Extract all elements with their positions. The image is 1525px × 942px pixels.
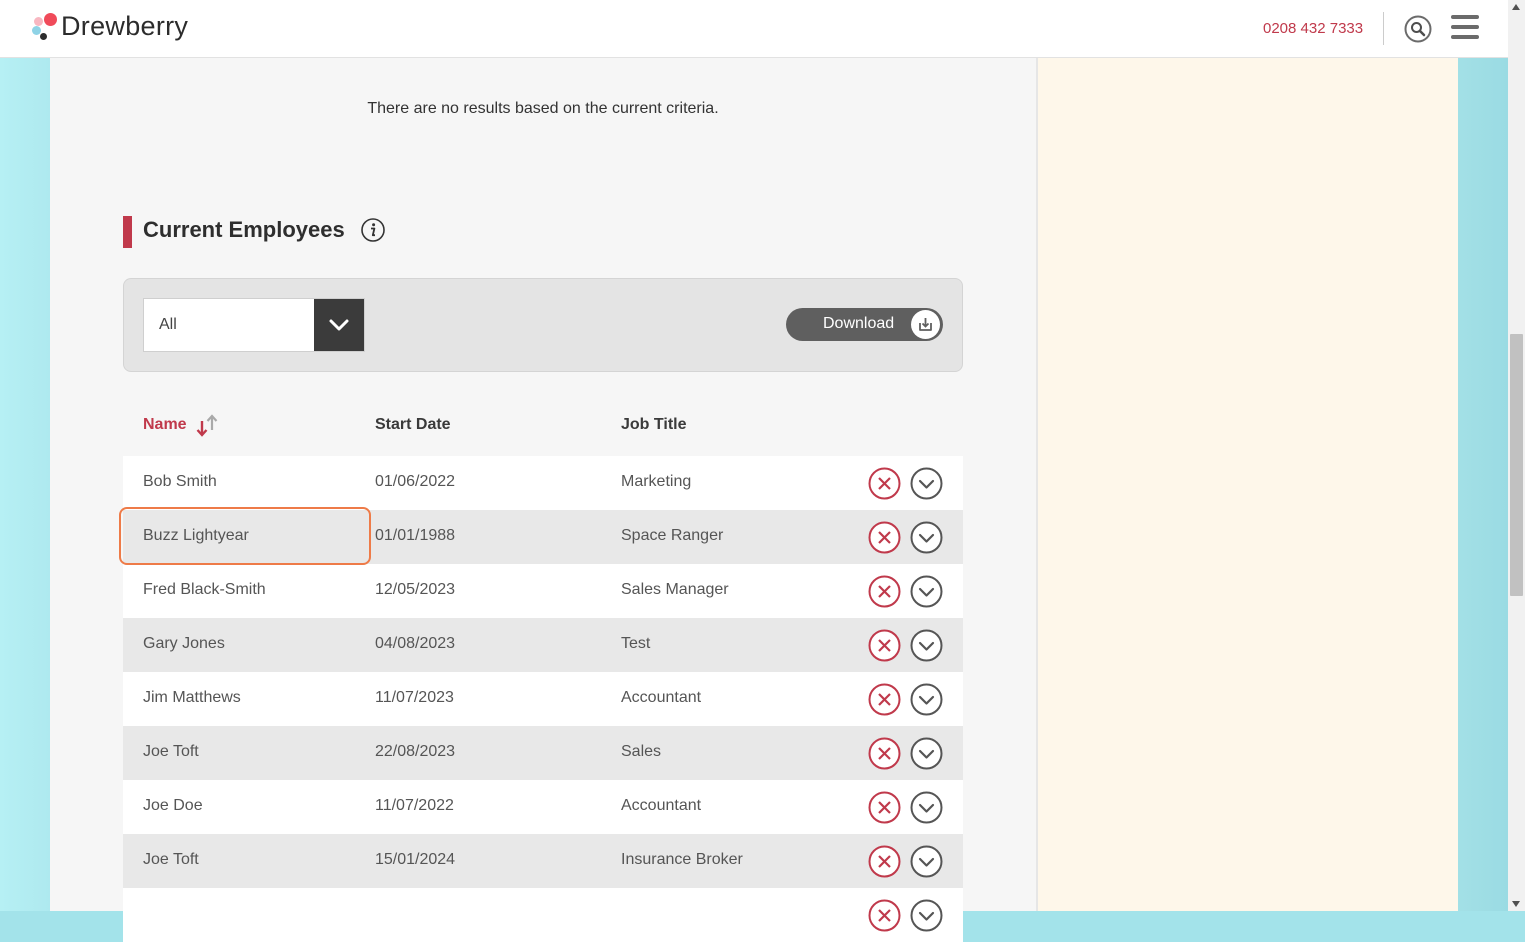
remove-icon[interactable] <box>868 737 901 770</box>
header-divider <box>1383 12 1384 45</box>
employee-start-date: 01/06/2022 <box>375 473 456 490</box>
employee-name[interactable]: Joe Doe <box>143 797 203 815</box>
table-row: Bob Smith 01/06/2022 Marketing <box>123 456 963 510</box>
employee-name[interactable]: Bob Smith <box>143 473 217 491</box>
remove-icon[interactable] <box>868 683 901 716</box>
filter-selected-value: All <box>159 316 177 333</box>
remove-icon[interactable] <box>868 629 901 662</box>
remove-icon[interactable] <box>868 575 901 608</box>
site-header: Drewberry 0208 432 7333 <box>0 0 1508 58</box>
brand-logo-icon[interactable] <box>32 13 58 41</box>
employee-start-date: 04/08/2023 <box>375 635 456 652</box>
expand-chevron-icon[interactable] <box>910 467 943 500</box>
brand-name[interactable]: Drewberry <box>61 11 188 42</box>
employee-name[interactable]: Fred Black-Smith <box>143 581 266 599</box>
employee-job-title: Accountant <box>621 797 702 814</box>
employee-job-title: Test <box>621 635 651 652</box>
filter-select[interactable]: All <box>143 298 365 352</box>
column-header-job-title[interactable]: Job Title <box>621 416 687 434</box>
remove-icon[interactable] <box>868 791 901 824</box>
table-row: Fred Black-Smith 12/05/2023 Sales Manage… <box>123 564 963 618</box>
chevron-down-icon[interactable] <box>314 299 364 351</box>
column-header-start-date[interactable]: Start Date <box>375 416 451 434</box>
employee-name[interactable]: Buzz Lightyear <box>143 527 249 545</box>
download-icon <box>911 310 940 339</box>
remove-icon[interactable] <box>868 467 901 500</box>
page-title: Current Employees <box>143 217 345 242</box>
table-row-partial <box>123 888 963 942</box>
expand-chevron-icon[interactable] <box>910 629 943 662</box>
background-left <box>0 0 50 911</box>
employee-job-title: Sales Manager <box>621 581 729 598</box>
no-results-message: There are no results based on the curren… <box>367 100 719 117</box>
employee-start-date: 11/07/2023 <box>375 689 454 706</box>
sort-icon[interactable] <box>193 411 221 439</box>
table-row: Jim Matthews 11/07/2023 Accountant <box>123 672 963 726</box>
employee-start-date: 12/05/2023 <box>375 581 456 598</box>
expand-chevron-icon[interactable] <box>910 737 943 770</box>
main-panel: There are no results based on the curren… <box>50 57 1036 942</box>
scroll-down-arrow-icon[interactable] <box>1512 901 1520 907</box>
page-scrollbar[interactable] <box>1508 0 1525 911</box>
employee-name[interactable]: Joe Toft <box>143 851 199 869</box>
table-row: Buzz Lightyear 01/01/1988 Space Ranger <box>123 510 963 564</box>
expand-chevron-icon[interactable] <box>910 683 943 716</box>
employee-name[interactable]: Gary Jones <box>143 635 225 653</box>
table-row: Gary Jones 04/08/2023 Test <box>123 618 963 672</box>
expand-chevron-icon[interactable] <box>910 575 943 608</box>
search-icon[interactable] <box>1404 15 1432 43</box>
employee-name[interactable]: Jim Matthews <box>143 689 241 707</box>
table-row: Joe Toft 15/01/2024 Insurance Broker <box>123 834 963 888</box>
scrollbar-thumb[interactable] <box>1510 334 1523 596</box>
employee-start-date: 22/08/2023 <box>375 743 456 760</box>
sidebar-panel <box>1036 57 1458 911</box>
employee-job-title: Marketing <box>621 473 692 490</box>
employee-job-title: Accountant <box>621 689 702 706</box>
employee-start-date: 11/07/2022 <box>375 797 454 814</box>
employee-name[interactable]: Joe Toft <box>143 743 199 761</box>
employee-job-title: Space Ranger <box>621 527 724 544</box>
table-controls: All Download <box>123 278 963 372</box>
expand-chevron-icon[interactable] <box>910 791 943 824</box>
employee-job-title: Insurance Broker <box>621 851 743 868</box>
remove-icon[interactable] <box>868 899 901 932</box>
remove-icon[interactable] <box>868 845 901 878</box>
scroll-up-arrow-icon[interactable] <box>1512 4 1520 10</box>
background-right <box>1458 0 1508 911</box>
phone-link[interactable]: 0208 432 7333 <box>1263 20 1363 37</box>
expand-chevron-icon[interactable] <box>910 899 943 932</box>
column-header-name[interactable]: Name <box>143 416 187 434</box>
employee-job-title: Sales <box>621 743 662 760</box>
expand-chevron-icon[interactable] <box>910 845 943 878</box>
employee-start-date: 01/01/1988 <box>375 527 456 544</box>
table-row: Joe Toft 22/08/2023 Sales <box>123 726 963 780</box>
expand-chevron-icon[interactable] <box>910 521 943 554</box>
remove-icon[interactable] <box>868 521 901 554</box>
employee-start-date: 15/01/2024 <box>375 851 456 868</box>
download-button-label: Download <box>823 315 895 332</box>
hamburger-menu-icon[interactable] <box>1451 15 1479 41</box>
heading-accent-bar <box>123 216 132 248</box>
download-button[interactable]: Download <box>786 308 943 341</box>
employee-table: Bob Smith 01/06/2022 Marketing Buzz Ligh… <box>123 456 963 942</box>
info-icon[interactable] <box>361 218 385 242</box>
table-row: Joe Doe 11/07/2022 Accountant <box>123 780 963 834</box>
